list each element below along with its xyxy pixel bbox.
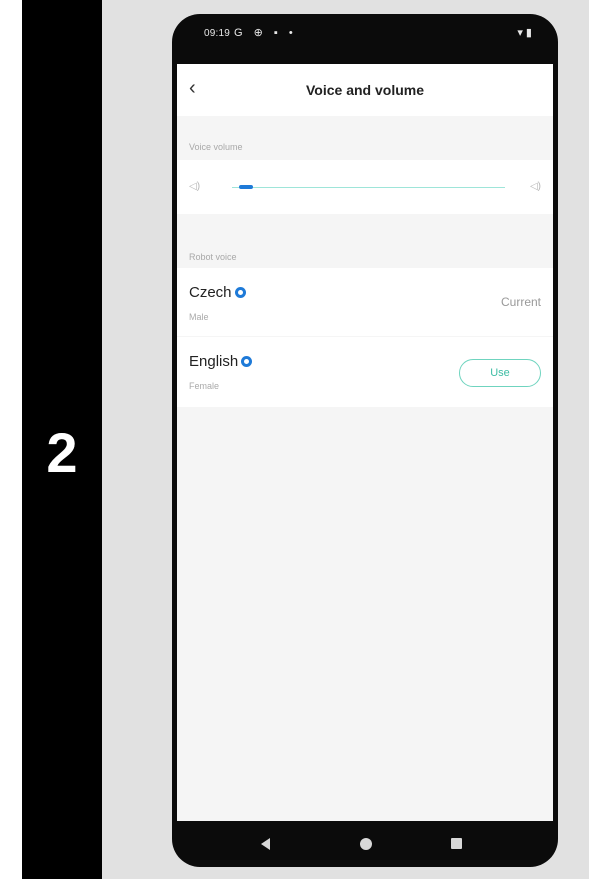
notification-icons: G ⊕ ▪ • xyxy=(234,27,297,39)
page-title: Voice and volume xyxy=(306,82,424,98)
voice-item-czech[interactable]: Czech Male Current xyxy=(177,268,553,336)
voice-gender: Female xyxy=(189,381,220,391)
volume-row: ◁) ◁) xyxy=(177,160,553,214)
volume-low-icon: ◁) xyxy=(189,181,201,192)
volume-high-icon: ◁) xyxy=(529,181,541,192)
header: ‹ Voice and volume xyxy=(177,64,553,116)
current-voice-label: Current xyxy=(500,295,541,309)
step-panel: 2 xyxy=(22,0,102,879)
voice-gender: Male xyxy=(189,312,209,322)
voice-name: Czech xyxy=(189,284,246,301)
robot-voice-label: Robot voice xyxy=(189,252,237,262)
phone-frame: 09:19 G ⊕ ▪ • ▾ ▮ ‹ Voice and volume Voi… xyxy=(172,14,558,867)
status-bar: 09:19 G ⊕ ▪ • ▾ ▮ xyxy=(172,14,558,64)
info-icon[interactable] xyxy=(241,356,253,367)
voice-volume-label: Voice volume xyxy=(189,142,243,152)
volume-slider-thumb[interactable] xyxy=(238,185,253,189)
step-number: 2 xyxy=(46,421,78,484)
app-screen: ‹ Voice and volume Voice volume ◁) ◁) Ro… xyxy=(177,64,553,821)
nav-home-icon[interactable] xyxy=(360,838,372,850)
info-icon[interactable] xyxy=(234,287,246,298)
voice-name: English xyxy=(189,353,253,370)
wifi-battery-icon: ▾ ▮ xyxy=(517,27,532,39)
nav-recents-icon[interactable] xyxy=(451,838,462,849)
use-voice-button[interactable]: Use xyxy=(459,359,541,387)
voice-item-english[interactable]: English Female Use xyxy=(177,337,553,407)
volume-slider-track[interactable] xyxy=(232,187,505,188)
android-nav-bar xyxy=(172,821,558,867)
nav-back-icon[interactable] xyxy=(261,838,270,850)
status-time: 09:19 xyxy=(204,28,231,39)
